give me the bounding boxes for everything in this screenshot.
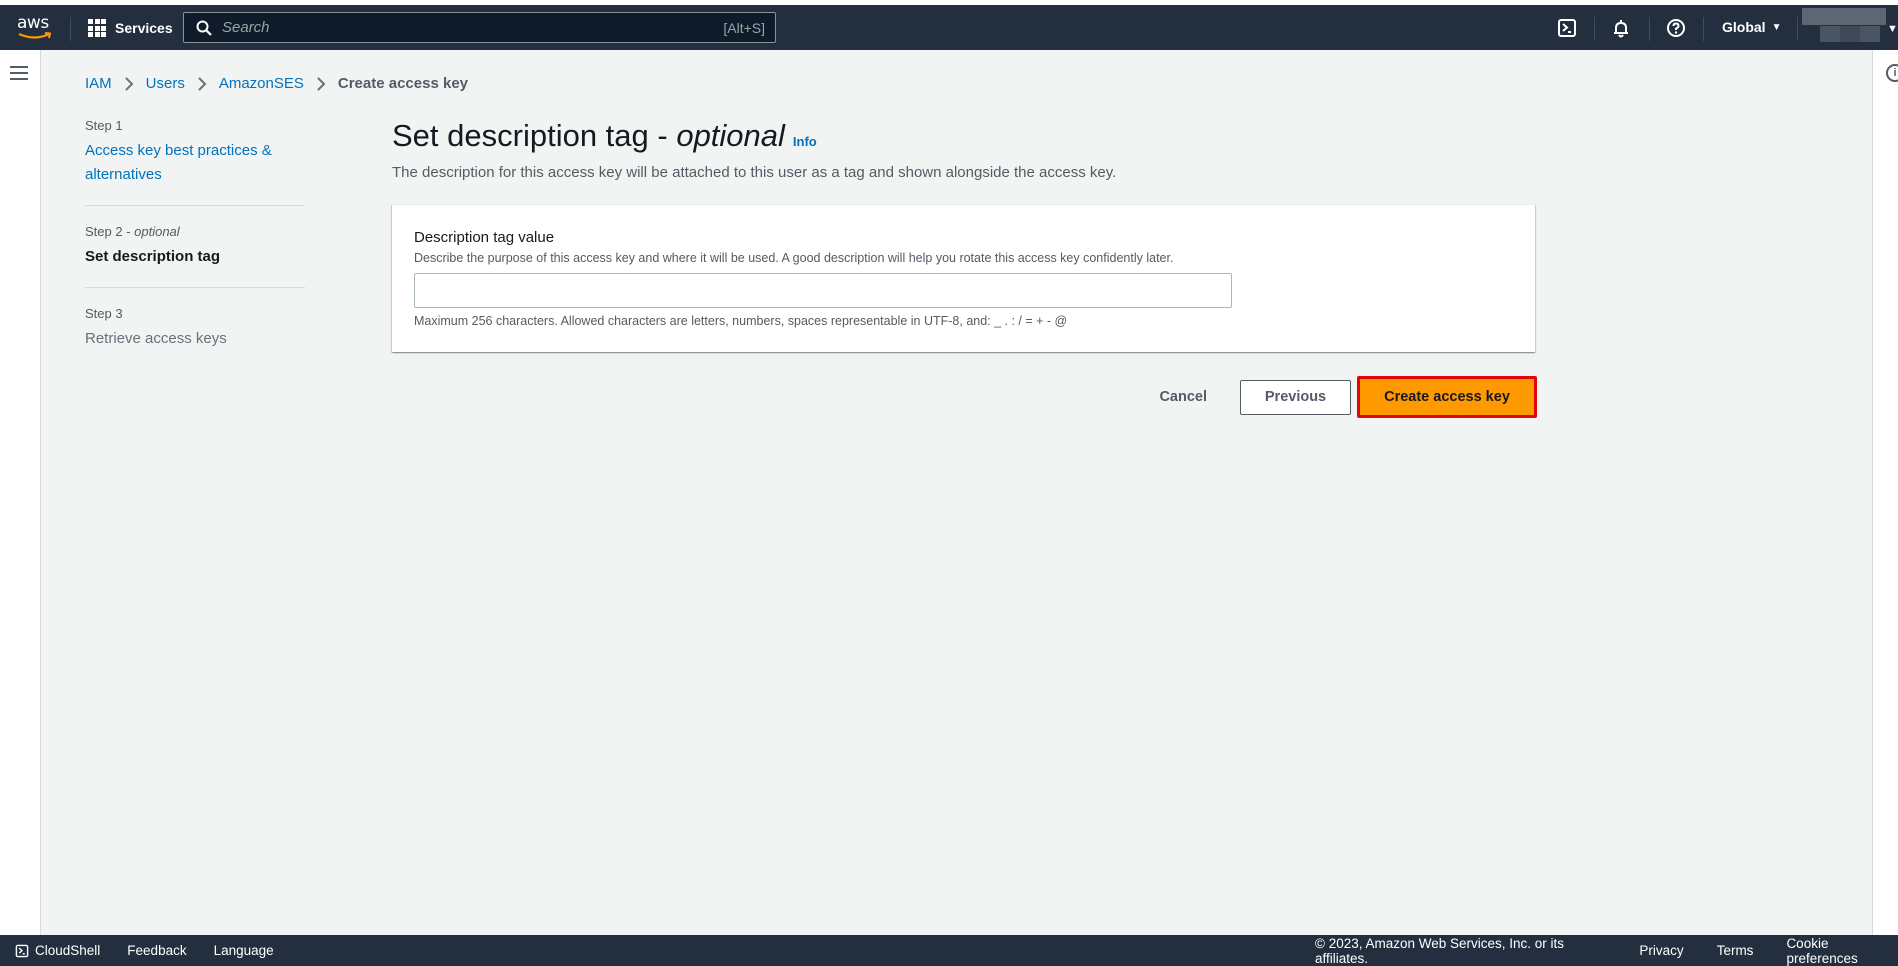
header-divider: [1594, 17, 1595, 41]
breadcrumb-iam[interactable]: IAM: [85, 75, 112, 92]
copyright-text: © 2023, Amazon Web Services, Inc. or its…: [1315, 935, 1565, 966]
step-number: Step 1: [85, 118, 123, 133]
header-divider: [1797, 17, 1798, 41]
footer-feedback-link[interactable]: Feedback: [127, 943, 186, 958]
footer-language-link[interactable]: Language: [214, 943, 274, 958]
breadcrumb-users[interactable]: Users: [146, 75, 185, 92]
notifications-bell-icon[interactable]: [1611, 18, 1631, 38]
caret-down-icon: ▼: [1771, 21, 1782, 33]
cloudshell-icon: [15, 944, 29, 957]
breadcrumb-current: Create access key: [337, 75, 468, 92]
wizard-step-3: Step 3 Retrieve access keys: [85, 306, 305, 369]
cloudshell-icon[interactable]: [1557, 18, 1577, 38]
step-2-current: Set description tag: [85, 248, 221, 265]
footer-privacy-link[interactable]: Privacy: [1639, 943, 1683, 958]
main-content: Set description tag - optional Info The …: [392, 118, 1537, 418]
breadcrumb: IAM Users AmazonSES Create access key: [85, 75, 468, 92]
aws-smile-icon: [18, 32, 52, 39]
side-navigation-collapsed: [0, 50, 41, 935]
info-icon[interactable]: i: [1886, 64, 1898, 82]
wizard-step-1: Step 1 Access key best practices & alter…: [85, 118, 305, 206]
page-title: Set description tag - optional Info: [392, 118, 817, 153]
region-label: Global: [1722, 19, 1766, 35]
search-icon: [196, 20, 212, 36]
services-grid-icon: [88, 19, 106, 37]
previous-button[interactable]: Previous: [1240, 379, 1351, 415]
field-constraint-text: Maximum 256 characters. Allowed characte…: [414, 314, 1068, 328]
step-1-link[interactable]: Access key best practices & alternatives: [85, 139, 305, 187]
chevron-right-icon: [124, 76, 134, 91]
header-divider: [70, 17, 71, 41]
step-number: Step 2 - optional: [85, 224, 180, 239]
description-tag-form-card: Description tag value Describe the purpo…: [392, 204, 1535, 352]
account-menu-redacted[interactable]: [1802, 8, 1886, 46]
info-link[interactable]: Info: [793, 134, 817, 149]
footer: CloudShell Feedback Language © 2023, Ama…: [0, 935, 1898, 966]
footer-cloudshell-button[interactable]: CloudShell: [15, 943, 100, 958]
field-description: Describe the purpose of this access key …: [414, 251, 1174, 265]
search-shortcut-hint: [Alt+S]: [723, 19, 765, 36]
footer-cookie-preferences-link[interactable]: Cookie preferences: [1786, 936, 1898, 966]
chevron-right-icon: [317, 76, 326, 91]
chevron-right-icon: [198, 76, 207, 91]
footer-terms-link[interactable]: Terms: [1717, 943, 1754, 958]
search-bar[interactable]: [Alt+S]: [183, 12, 776, 43]
page-description: The description for this access key will…: [392, 164, 1117, 181]
step-number: Step 3: [85, 306, 123, 321]
field-label: Description tag value: [414, 229, 555, 246]
description-tag-input[interactable]: [414, 273, 1232, 308]
region-selector[interactable]: Global ▼: [1722, 19, 1781, 35]
header-divider: [1703, 17, 1704, 41]
step-3-disabled: Retrieve access keys: [85, 330, 227, 347]
header-divider: [1649, 17, 1650, 41]
cancel-button[interactable]: Cancel: [1139, 381, 1227, 413]
form-actions: Cancel Previous Create access key: [1139, 376, 1537, 418]
create-access-key-button[interactable]: Create access key: [1357, 376, 1537, 418]
breadcrumb-amazonses[interactable]: AmazonSES: [219, 75, 304, 92]
account-caret-down-icon[interactable]: ▼: [1887, 23, 1898, 35]
wizard-steps: Step 1 Access key best practices & alter…: [85, 118, 305, 387]
wizard-step-2: Step 2 - optional Set description tag: [85, 224, 305, 288]
top-navigation-bar: aws Services [Alt+S] Global: [0, 5, 1898, 50]
aws-logo[interactable]: aws: [17, 13, 53, 41]
search-input[interactable]: [222, 19, 702, 36]
services-menu-button[interactable]: Services: [88, 19, 173, 37]
help-icon[interactable]: [1666, 18, 1686, 38]
services-label: Services: [115, 20, 173, 36]
menu-hamburger-icon[interactable]: [10, 66, 28, 80]
help-panel-collapsed: i: [1872, 50, 1898, 935]
